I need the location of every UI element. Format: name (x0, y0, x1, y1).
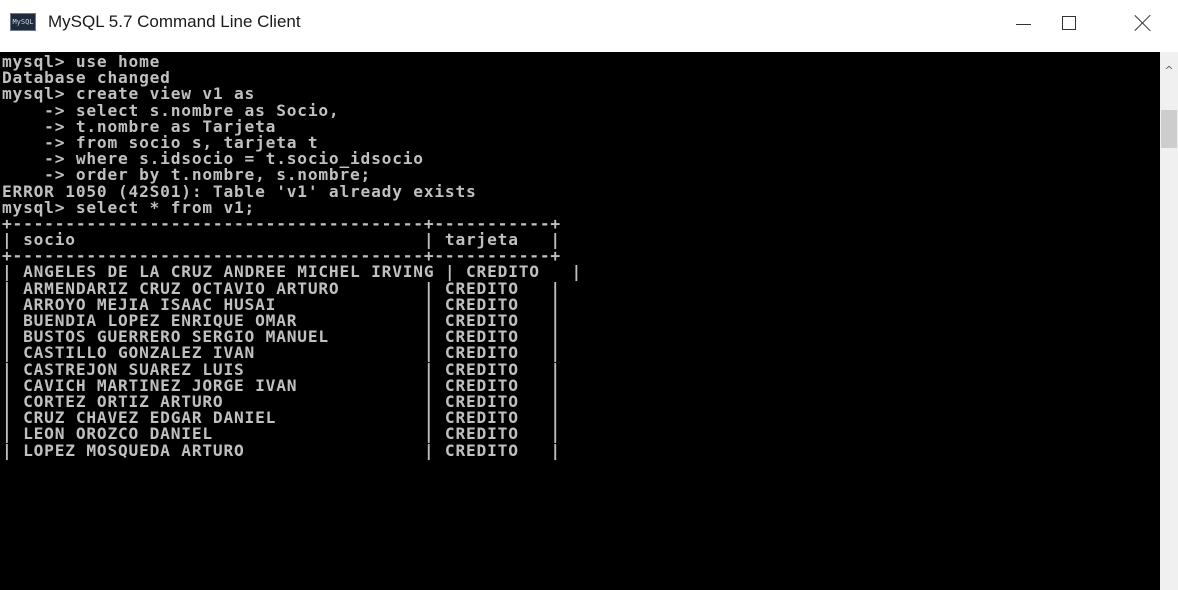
scrollbar-thumb[interactable] (1161, 110, 1177, 148)
title-bar[interactable]: MySQL MySQL 5.7 Command Line Client (0, 0, 1178, 52)
close-button[interactable] (1120, 0, 1166, 46)
console-line: | LOPEZ MOSQUEDA ARTURO | CREDITO | (2, 440, 561, 460)
vertical-scrollbar[interactable]: ^ ⌄ (1160, 52, 1178, 590)
maximize-icon (1062, 16, 1076, 30)
minimize-icon (1015, 23, 1031, 25)
minimize-button[interactable] (1000, 0, 1046, 46)
console-window: MySQL MySQL 5.7 Command Line Client mysq… (0, 0, 1178, 590)
close-icon (1134, 14, 1152, 32)
console-text: mysql> use home Database changed mysql> cr… (2, 53, 582, 460)
window-title: MySQL 5.7 Command Line Client (48, 12, 301, 31)
console-output[interactable]: mysql> use home Database changed mysql> cr… (0, 52, 1160, 590)
maximize-button[interactable] (1046, 0, 1092, 46)
mysql-app-icon: MySQL (10, 13, 36, 31)
scroll-up-icon[interactable]: ^ (1160, 62, 1178, 79)
